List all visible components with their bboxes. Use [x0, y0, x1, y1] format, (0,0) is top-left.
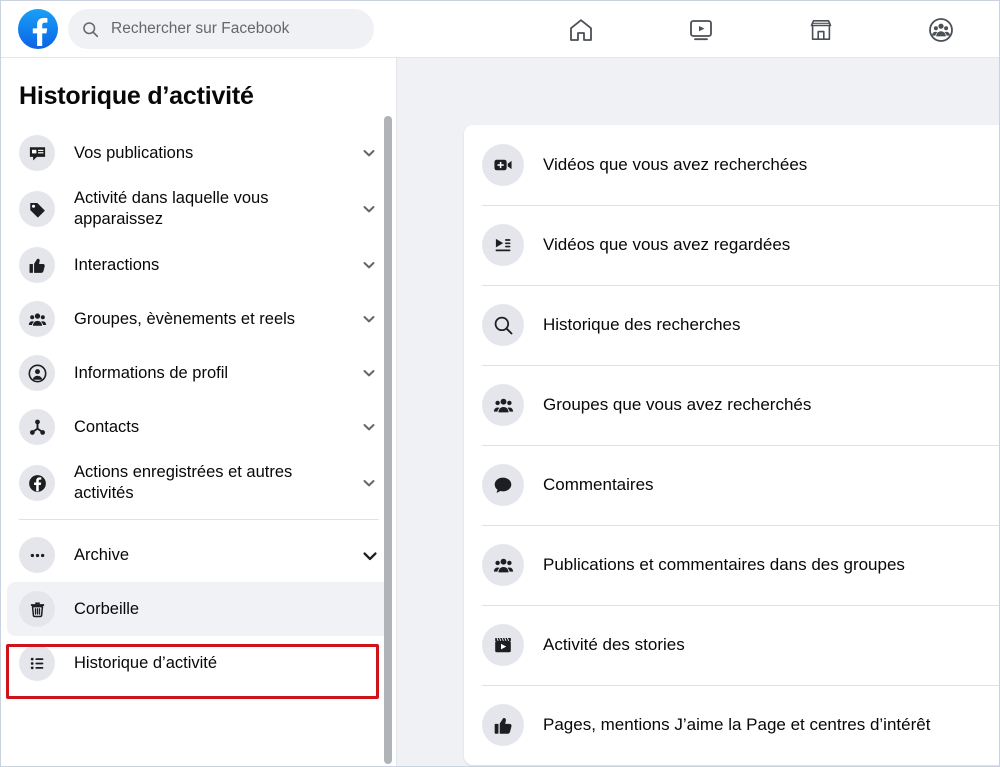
sidebar-item-vos-publications[interactable]: Vos publications	[7, 126, 391, 180]
profile-circle-icon	[19, 355, 55, 391]
marketplace-icon	[807, 16, 835, 44]
main-item-videos-regardees[interactable]: Vidéos que vous avez regardées	[464, 205, 1000, 285]
main-content-area: Vidéos que vous avez recherchées Vidéos …	[397, 58, 1000, 767]
groups-icon	[927, 16, 955, 44]
sidebar-item-label: Contacts	[74, 417, 139, 438]
home-icon	[567, 16, 595, 44]
sidebar-nav-list: Vos publications Activité dans laquelle …	[1, 112, 397, 690]
sidebar-item-actions-enregistrees[interactable]: Actions enregistrées et autres activités	[7, 454, 391, 512]
tag-icon	[19, 191, 55, 227]
ellipsis-icon	[19, 537, 55, 573]
sidebar-item-label: Archive	[74, 545, 129, 566]
main-item-label: Publications et commentaires dans des gr…	[543, 555, 905, 575]
main-item-label: Pages, mentions J’aime la Page et centre…	[543, 715, 930, 735]
main-item-videos-recherchees[interactable]: Vidéos que vous avez recherchées	[464, 125, 1000, 205]
playlist-icon	[482, 224, 524, 266]
sidebar-scrollbar-thumb[interactable]	[384, 116, 392, 764]
main-item-activite-stories[interactable]: Activité des stories	[464, 605, 1000, 685]
facebook-f-icon	[19, 465, 55, 501]
main-item-label: Historique des recherches	[543, 315, 740, 335]
sidebar-item-corbeille[interactable]: Corbeille	[7, 582, 391, 636]
sidebar-item-contacts[interactable]: Contacts	[7, 400, 391, 454]
sidebar-item-label: Interactions	[74, 255, 159, 276]
video-icon	[687, 16, 715, 44]
sidebar-item-historique-activite[interactable]: Historique d’activité	[7, 636, 391, 690]
sidebar-item-label: Historique d’activité	[74, 653, 217, 674]
top-header	[1, 1, 1000, 58]
chevron-down-icon[interactable]	[361, 365, 377, 381]
main-item-commentaires[interactable]: Commentaires	[464, 445, 1000, 525]
nav-groups[interactable]	[881, 1, 1000, 58]
people-group-icon	[19, 301, 55, 337]
list-icon	[19, 645, 55, 681]
search-icon	[482, 304, 524, 346]
facebook-logo[interactable]	[18, 9, 58, 49]
comment-bubble-icon	[482, 464, 524, 506]
trash-icon	[19, 591, 55, 627]
people-group-icon	[482, 384, 524, 426]
video-plus-icon	[482, 144, 524, 186]
nav-marketplace[interactable]	[761, 1, 881, 58]
top-nav	[521, 1, 1000, 58]
sidebar-item-groupes-evenements-reels[interactable]: Groupes, èvènements et reels	[7, 292, 391, 346]
left-sidebar: Historique d’activité Vos publications	[1, 58, 397, 767]
sidebar-edge-divider	[396, 58, 397, 767]
search-input[interactable]	[111, 20, 361, 38]
chevron-down-icon[interactable]	[361, 145, 377, 161]
sidebar-item-label: Informations de profil	[74, 363, 228, 384]
facebook-activity-history-page: Historique d’activité Vos publications	[0, 0, 1000, 767]
main-item-label: Vidéos que vous avez regardées	[543, 235, 790, 255]
chevron-down-icon[interactable]	[361, 475, 377, 491]
thumbs-up-icon	[19, 247, 55, 283]
main-item-label: Groupes que vous avez recherchés	[543, 395, 811, 415]
chevron-down-icon[interactable]	[361, 257, 377, 273]
sidebar-item-label: Vos publications	[74, 143, 193, 164]
people-group-icon	[482, 544, 524, 586]
search-icon	[82, 21, 99, 38]
sidebar-scrollbar-track[interactable]	[382, 58, 394, 767]
search-box[interactable]	[68, 9, 374, 49]
activity-categories-card: Vidéos que vous avez recherchées Vidéos …	[464, 125, 1000, 765]
sidebar-item-label: Groupes, èvènements et reels	[74, 309, 295, 330]
sidebar-item-label: Actions enregistrées et autres activités	[74, 462, 332, 504]
sidebar-divider	[19, 519, 379, 520]
main-item-label: Commentaires	[543, 475, 654, 495]
main-item-label: Activité des stories	[543, 635, 685, 655]
sidebar-item-activite-apparaissez[interactable]: Activité dans laquelle vous apparaissez	[7, 180, 391, 238]
contacts-icon	[19, 409, 55, 445]
sidebar-item-archive[interactable]: Archive	[7, 528, 391, 582]
sidebar-item-interactions[interactable]: Interactions	[7, 238, 391, 292]
chevron-down-icon[interactable]	[361, 201, 377, 217]
sidebar-item-label: Corbeille	[74, 599, 139, 620]
chevron-down-icon[interactable]	[361, 419, 377, 435]
sidebar-item-informations-de-profil[interactable]: Informations de profil	[7, 346, 391, 400]
main-item-groupes-recherches[interactable]: Groupes que vous avez recherchés	[464, 365, 1000, 445]
nav-home[interactable]	[521, 1, 641, 58]
main-item-label: Vidéos que vous avez recherchées	[543, 155, 807, 175]
main-item-publications-commentaires-groupes[interactable]: Publications et commentaires dans des gr…	[464, 525, 1000, 605]
posts-bubble-icon	[19, 135, 55, 171]
chevron-down-icon[interactable]	[361, 547, 377, 563]
sidebar-item-label: Activité dans laquelle vous apparaissez	[74, 188, 332, 230]
thumbs-up-icon	[482, 704, 524, 746]
page-title: Historique d’activité	[1, 58, 397, 112]
nav-video[interactable]	[641, 1, 761, 58]
main-item-historique-recherches[interactable]: Historique des recherches	[464, 285, 1000, 365]
chevron-down-icon[interactable]	[361, 311, 377, 327]
main-item-pages-mentions-jaime[interactable]: Pages, mentions J’aime la Page et centre…	[464, 685, 1000, 765]
clapperboard-icon	[482, 624, 524, 666]
